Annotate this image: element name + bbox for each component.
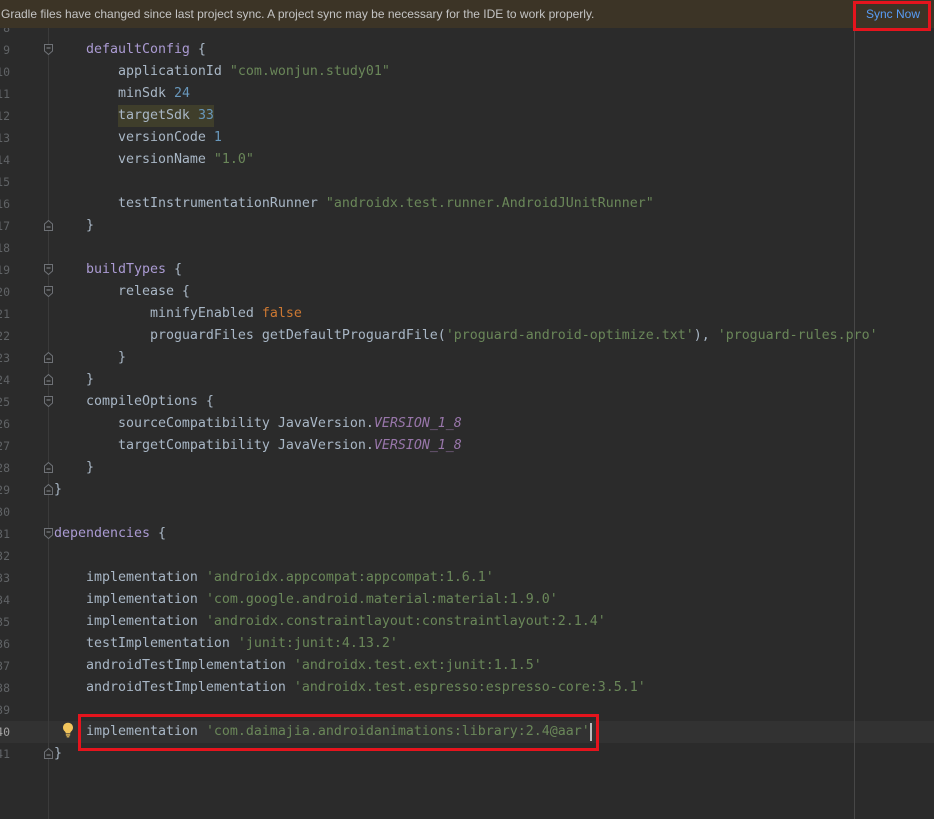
banner-message: Gradle files have changed since last pro… [1,7,595,21]
gutter-markers [0,0,934,819]
fold-start-icon[interactable] [44,396,53,407]
lightbulb-icon[interactable] [62,722,74,738]
fold-end-icon[interactable] [44,220,53,231]
fold-end-icon[interactable] [44,748,53,759]
annotation-box-current-line [78,714,599,751]
annotation-box-sync-now [853,1,931,31]
code-editor[interactable]: 8910111213141516171819202122232425262728… [0,0,934,819]
fold-end-icon[interactable] [44,462,53,473]
fold-end-icon[interactable] [44,374,53,385]
fold-start-icon[interactable] [44,264,53,275]
fold-start-icon[interactable] [44,286,53,297]
gradle-sync-banner: Gradle files have changed since last pro… [0,0,934,28]
fold-start-icon[interactable] [44,44,53,55]
fold-end-icon[interactable] [44,352,53,363]
fold-start-icon[interactable] [44,528,53,539]
fold-end-icon[interactable] [44,484,53,495]
